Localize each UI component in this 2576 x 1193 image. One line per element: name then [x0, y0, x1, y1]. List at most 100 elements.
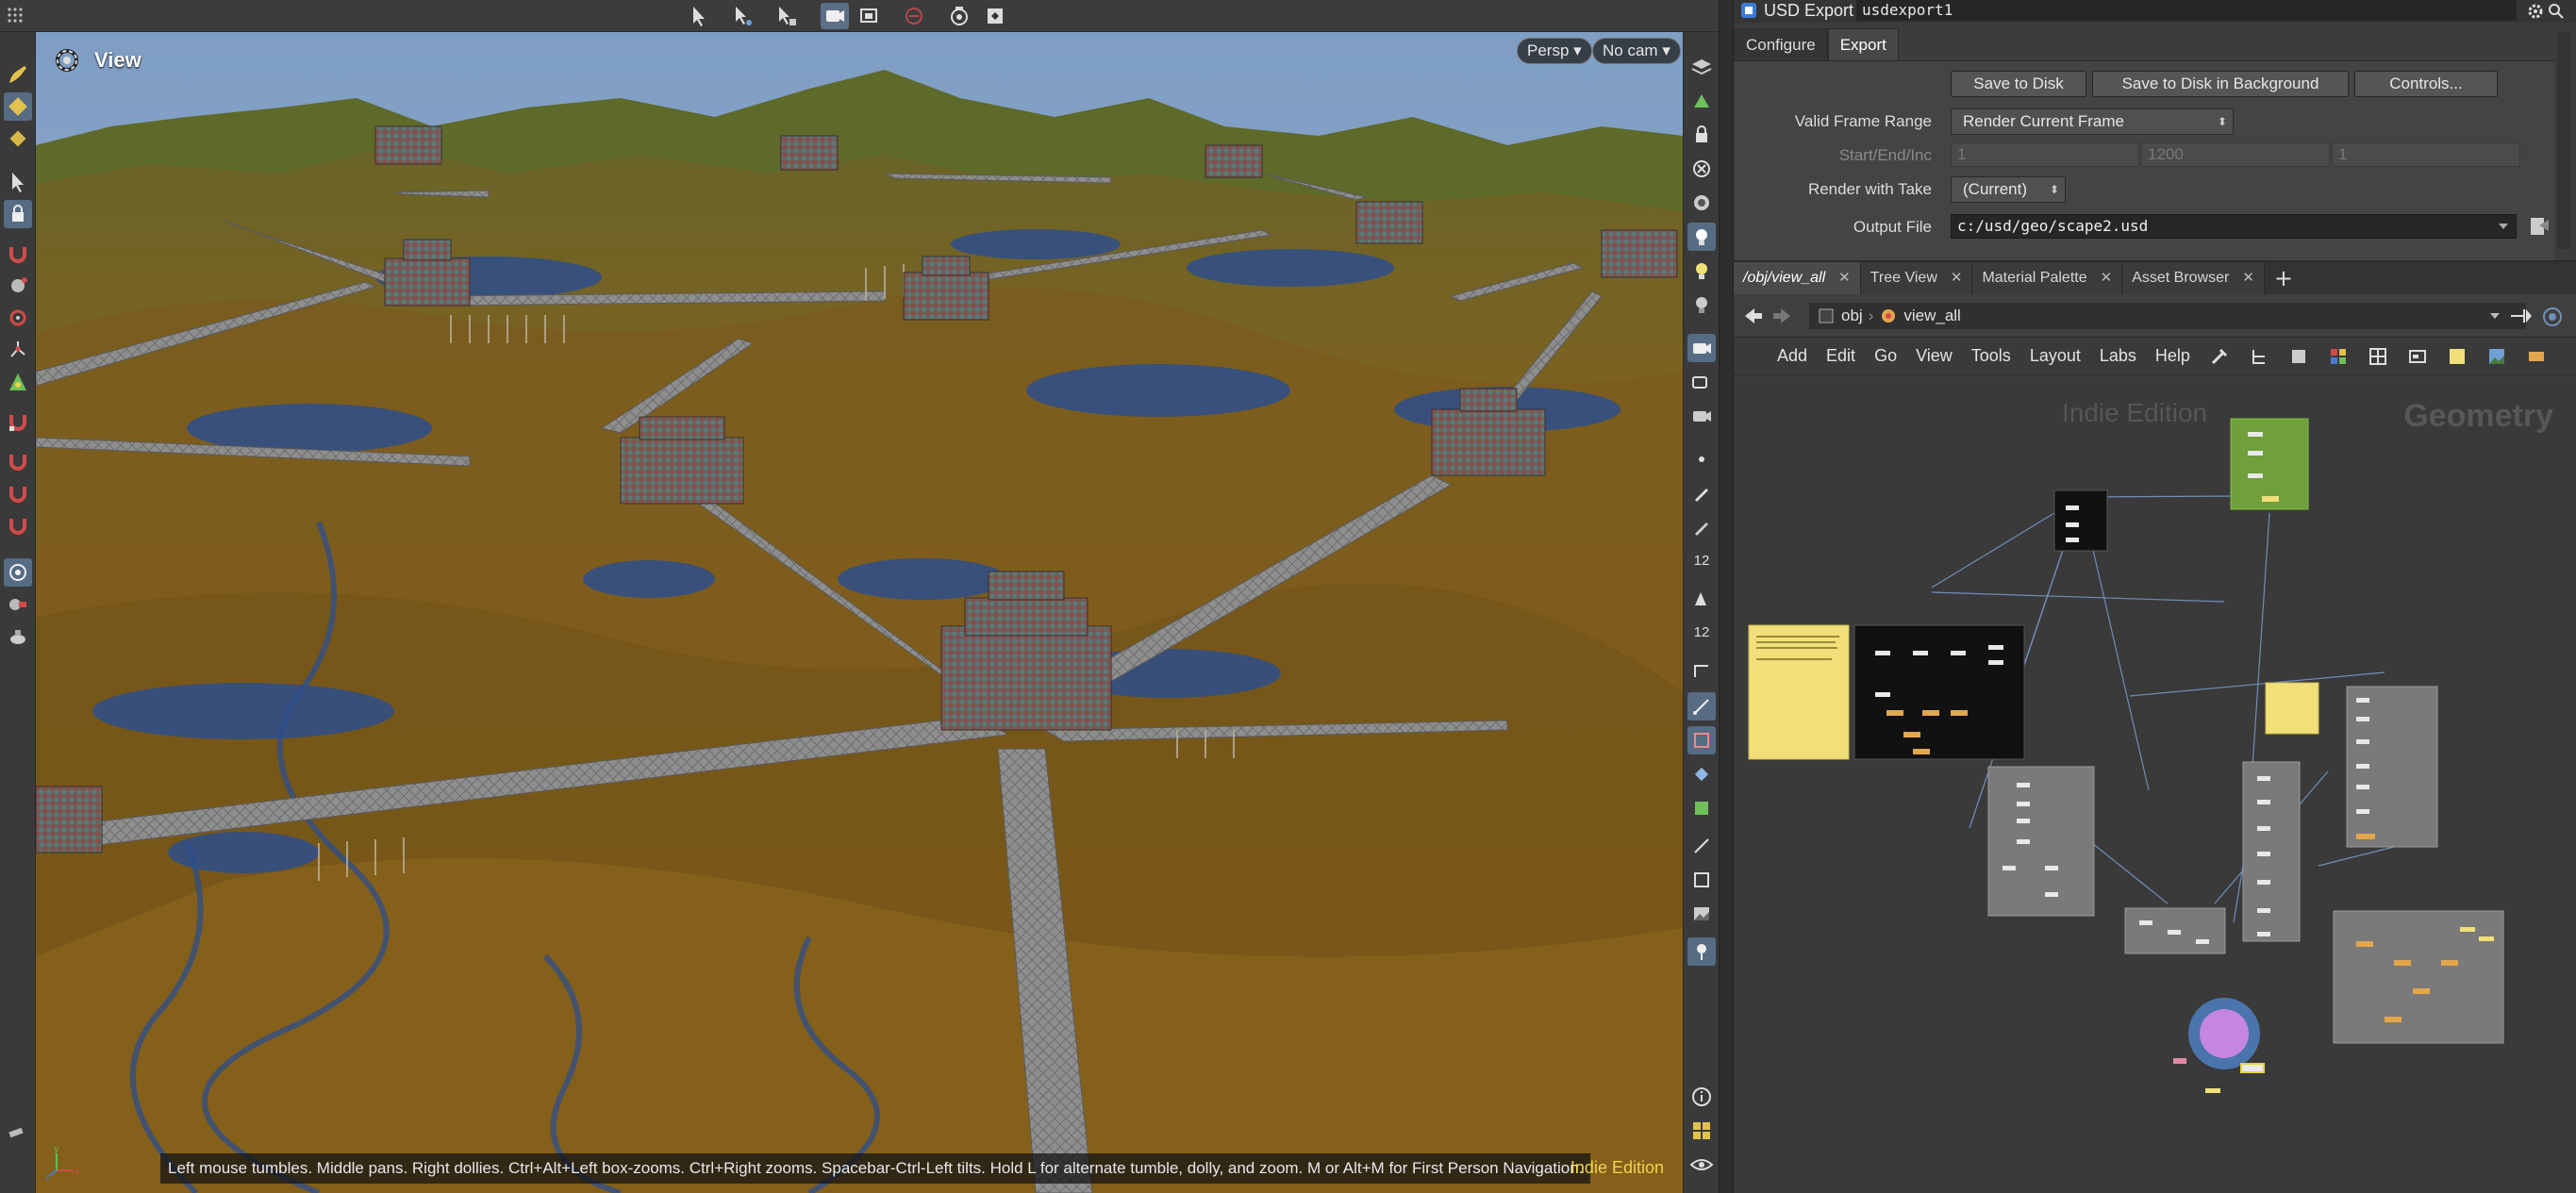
close-icon[interactable]: ✕	[1951, 262, 1963, 294]
flipbook-icon[interactable]	[945, 3, 973, 29]
snap-curve-icon[interactable]	[4, 479, 32, 507]
search-icon[interactable]	[2547, 2, 2566, 21]
sticky-note[interactable]	[1748, 624, 1850, 760]
dots-icon[interactable]	[2526, 346, 2547, 367]
parameter-scrollbar[interactable]	[2557, 32, 2570, 249]
handle-arrow-icon[interactable]	[772, 3, 800, 29]
green-box-icon[interactable]	[1687, 794, 1716, 822]
network-box-grey-b[interactable]	[2242, 761, 2301, 942]
bounding-box-icon[interactable]	[1687, 726, 1716, 754]
color-palette-icon[interactable]	[2328, 346, 2349, 367]
sticky-note-small[interactable]	[2265, 682, 2319, 735]
camera-view-icon[interactable]	[821, 3, 849, 29]
menu-layout[interactable]: Layout	[2030, 346, 2081, 366]
link-circle-icon[interactable]	[2541, 306, 2564, 328]
back-arrow-icon[interactable]	[1741, 307, 1764, 325]
terrain-scene[interactable]	[36, 32, 1683, 1193]
tumble-icon[interactable]	[1687, 832, 1716, 860]
menu-help[interactable]: Help	[2155, 346, 2190, 366]
camera-icon[interactable]	[1687, 334, 1716, 362]
tab-asset-browser[interactable]: Asset Browser ✕	[2122, 262, 2265, 294]
transform-arrow-icon[interactable]	[728, 3, 756, 29]
file-chooser-icon[interactable]	[2528, 214, 2551, 239]
brush-stroke-icon[interactable]	[1687, 513, 1716, 541]
snap-multi-icon[interactable]	[4, 511, 32, 539]
scene-viewport[interactable]: View Persp ▾ No cam ▾ Left mouse tumbles…	[36, 32, 1683, 1193]
point-icon[interactable]	[1687, 445, 1716, 473]
square-outline-icon[interactable]	[1687, 866, 1716, 894]
geometry-icon[interactable]	[1687, 87, 1716, 115]
gear-red-icon[interactable]	[4, 304, 32, 332]
lock-icon[interactable]	[4, 200, 32, 228]
layout-grid-icon[interactable]	[1687, 1117, 1716, 1145]
camera-outline-icon[interactable]	[1687, 368, 1716, 396]
increment-field[interactable]: 1	[2332, 142, 2520, 167]
prim-numbers-toggle[interactable]: 12	[1687, 619, 1716, 647]
menu-labs[interactable]: Labs	[2100, 346, 2136, 366]
chevron-down-icon[interactable]	[2496, 220, 2511, 233]
pose-icon[interactable]	[4, 368, 32, 396]
grid-view-icon[interactable]	[2368, 346, 2388, 367]
camera-menu[interactable]: No cam ▾	[1592, 38, 1681, 64]
close-circle-icon[interactable]	[1687, 155, 1716, 183]
start-frame-field[interactable]: 1	[1951, 142, 2139, 167]
network-box-icon[interactable]	[2407, 346, 2428, 367]
output-file-field[interactable]: c:/usd/geo/scape2.usd	[1951, 214, 2517, 239]
menu-view[interactable]: View	[1916, 346, 1953, 366]
diamond-icon[interactable]	[1687, 760, 1716, 788]
lock-view-icon[interactable]	[1687, 121, 1716, 149]
sticky-note-icon[interactable]	[2447, 346, 2468, 367]
network-box-grey-a[interactable]	[1987, 766, 2095, 917]
camera-mode-menu[interactable]: Persp ▾	[1517, 38, 1592, 64]
node-name-field[interactable]: usdexport1	[1856, 0, 2517, 21]
output-node[interactable]	[2205, 1088, 2220, 1093]
tab-obj-view-all[interactable]: /obj/view_all ✕	[1734, 262, 1861, 294]
close-icon[interactable]: ✕	[1838, 262, 1851, 294]
background-image-icon[interactable]	[2486, 346, 2507, 367]
pin-icon[interactable]	[1687, 937, 1716, 966]
network-canvas[interactable]: Indie Edition Geometry	[1734, 375, 2576, 1193]
node-graph[interactable]	[1734, 375, 2576, 1193]
pot-icon[interactable]	[4, 622, 32, 651]
chevron-down-icon[interactable]	[2488, 309, 2501, 323]
light-bulb-icon[interactable]	[1687, 223, 1716, 251]
edge-icon[interactable]	[1687, 656, 1716, 685]
pen-icon[interactable]	[1687, 479, 1716, 507]
select-tool-icon[interactable]	[4, 168, 32, 196]
paint-icon[interactable]	[4, 92, 32, 121]
bones-icon[interactable]	[4, 336, 32, 364]
magnet-red-icon[interactable]	[4, 240, 32, 268]
render-region-icon[interactable]	[981, 3, 1009, 29]
menu-edit[interactable]: Edit	[1826, 346, 1855, 366]
hammer-icon[interactable]	[4, 1117, 32, 1145]
tree-layout-icon[interactable]	[2249, 346, 2269, 367]
select-arrow-icon[interactable]	[685, 3, 713, 29]
wireframe-icon[interactable]	[1687, 692, 1716, 721]
valid-frame-range-select[interactable]: Render Current Frame ⬍	[1951, 108, 2234, 135]
pink-node[interactable]	[2173, 1058, 2186, 1064]
shadow-bulb-icon[interactable]	[1687, 290, 1716, 319]
snap-grid-red-icon[interactable]	[4, 407, 32, 436]
snap-point-icon[interactable]	[4, 447, 32, 475]
record-disabled-icon[interactable]	[900, 3, 928, 29]
tab-configure[interactable]: Configure	[1734, 28, 1828, 60]
network-box-grey-e[interactable]	[2333, 910, 2504, 1044]
network-box-black-small[interactable]	[2053, 489, 2108, 552]
toggle-icon[interactable]	[1687, 189, 1716, 217]
eye-icon[interactable]	[1687, 1151, 1716, 1179]
save-to-disk-background-button[interactable]: Save to Disk in Background	[2092, 71, 2349, 97]
gear-icon[interactable]	[2526, 2, 2545, 21]
pin-pane-icon[interactable]	[2509, 306, 2534, 326]
point-numbers-toggle[interactable]: 12	[1687, 547, 1716, 575]
object-merge-node[interactable]	[2200, 1009, 2249, 1058]
controls-button[interactable]: Controls...	[2354, 71, 2498, 97]
network-box-green[interactable]	[2230, 418, 2309, 510]
add-tab-button[interactable]: +	[2265, 262, 2302, 294]
list-icon[interactable]	[2288, 346, 2309, 367]
close-icon[interactable]: ✕	[2242, 262, 2254, 294]
menu-tools[interactable]: Tools	[1971, 346, 2011, 366]
close-icon[interactable]: ✕	[2101, 262, 2113, 294]
brush-icon[interactable]	[4, 60, 32, 89]
info-icon[interactable]	[1687, 1083, 1716, 1111]
background-image-icon[interactable]	[1687, 900, 1716, 928]
